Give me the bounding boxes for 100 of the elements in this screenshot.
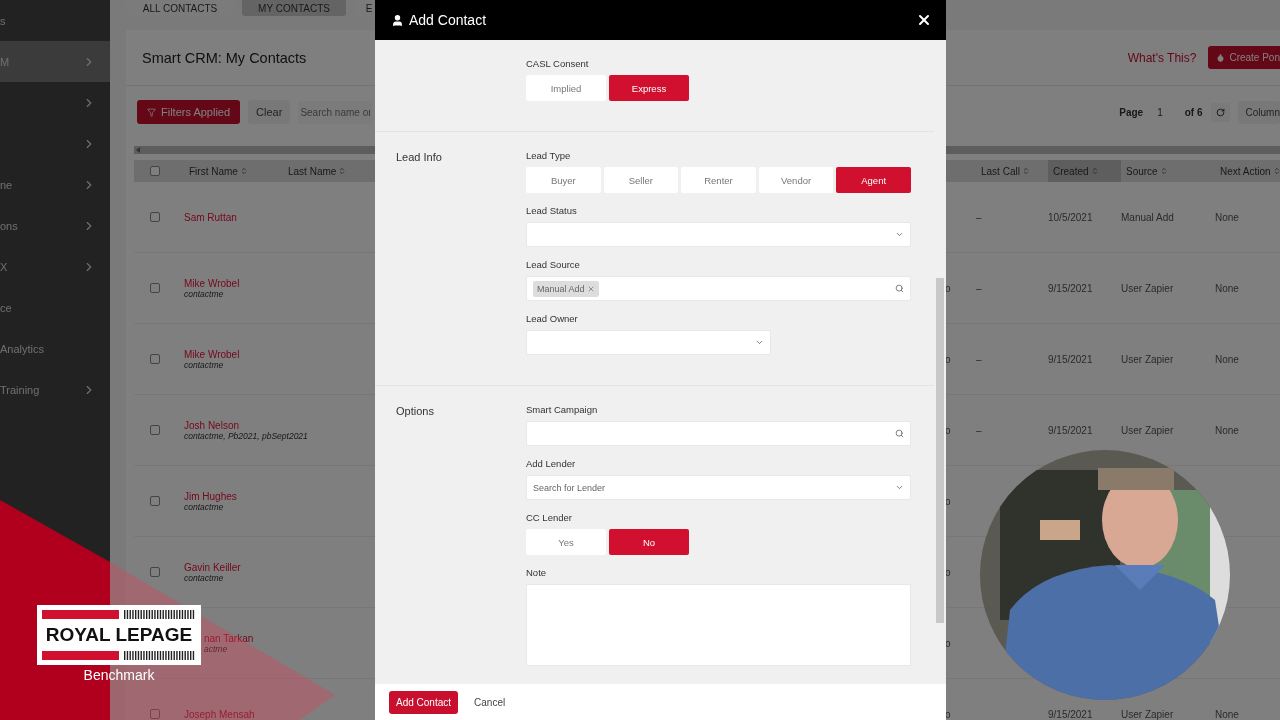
option-button[interactable]: Vendor	[758, 167, 834, 193]
page-title: Smart CRM: My Contacts	[142, 49, 307, 66]
select-field[interactable]	[526, 330, 771, 355]
table-cell: None	[1215, 353, 1239, 365]
checkbox[interactable]	[150, 496, 160, 506]
field-label: Lead Type	[526, 150, 572, 163]
table-cell: –	[976, 282, 982, 294]
field-label: Lead Source	[526, 259, 581, 272]
sort-icon	[1159, 167, 1168, 175]
placeholder: Search for Lender	[533, 482, 606, 493]
checkbox[interactable]	[150, 212, 160, 222]
cancel-button[interactable]: Cancel	[464, 690, 516, 714]
column-header[interactable]: Created	[1048, 160, 1121, 182]
search-icon	[895, 429, 904, 438]
table-cell: 10/5/2021	[1048, 211, 1093, 223]
search-field[interactable]	[526, 421, 911, 446]
table-cell: User Zapier	[1121, 282, 1174, 294]
field-label: CC Lender	[526, 512, 573, 525]
option-button[interactable]: Seller	[603, 167, 679, 193]
contact-name-link[interactable]: Mike Wrobel	[184, 348, 240, 360]
user-icon	[391, 13, 404, 27]
contact-tags: contactme	[184, 501, 224, 512]
refresh-button[interactable]	[1210, 102, 1230, 122]
close-icon[interactable]	[916, 12, 932, 28]
contact-name-link[interactable]: Joseph Mensah	[184, 708, 255, 720]
add-contact-button[interactable]: Add Contact	[389, 690, 459, 714]
contact-name-link[interactable]: nan Tarkan	[204, 632, 254, 644]
checkbox[interactable]	[150, 354, 160, 364]
table-cell: –	[976, 353, 982, 365]
table-cell: 9/15/2021	[1048, 353, 1093, 365]
table-cell: Manual Add	[1121, 211, 1174, 223]
option-button[interactable]: Express	[609, 75, 689, 101]
sort-icon	[1021, 167, 1030, 175]
sidebar-item[interactable]: X	[0, 246, 110, 287]
page-number[interactable]: 1	[1157, 106, 1163, 118]
option-button[interactable]: No	[609, 529, 689, 555]
contact-name-link[interactable]: Jim Hughes	[184, 490, 237, 502]
option-button[interactable]: Buyer	[526, 167, 601, 193]
chevron-down-icon	[895, 483, 904, 492]
contact-tags: contactme	[184, 288, 224, 299]
option-button[interactable]: Renter	[681, 167, 756, 193]
field-label: Note	[526, 567, 548, 580]
sort-icon	[1090, 167, 1099, 175]
columns-button[interactable]: Column	[1237, 100, 1280, 124]
table-cell: None	[1215, 708, 1239, 720]
contact-name-link[interactable]: Josh Nelson	[184, 419, 240, 431]
checkbox[interactable]	[150, 425, 160, 435]
table-cell: User Zapier	[1121, 708, 1174, 720]
page-label: Page	[1119, 106, 1144, 118]
select-field[interactable]: Search for Lender	[526, 475, 911, 500]
contact-tags: contactme	[184, 359, 224, 370]
remove-icon[interactable]	[586, 284, 595, 293]
sidebar-item[interactable]: ne	[0, 164, 110, 205]
checkbox[interactable]	[150, 567, 160, 577]
tag-chip[interactable]: Manual Add	[533, 280, 599, 297]
filter-icon	[147, 107, 156, 117]
search-icon	[895, 284, 904, 293]
refresh-icon	[1215, 107, 1225, 117]
scroll-left-icon[interactable]	[134, 146, 142, 154]
table-cell: User Zapier	[1121, 353, 1174, 365]
contact-name-link[interactable]: Sam Ruttan	[184, 211, 237, 223]
sidebar-item[interactable]: Analytics	[0, 328, 110, 369]
help-link[interactable]: What's This?	[1127, 50, 1197, 65]
contact-tags: contactme	[184, 572, 224, 583]
option-button[interactable]: Implied	[526, 75, 606, 101]
checkbox[interactable]	[150, 166, 160, 176]
option-button[interactable]: Yes	[526, 529, 606, 555]
chevron-down-icon	[755, 338, 764, 347]
table-cell: 9/15/2021	[1048, 424, 1093, 436]
select-field[interactable]	[526, 222, 911, 247]
section-title: Lead Info	[396, 150, 443, 165]
search-field[interactable]: Manual Add	[526, 276, 911, 301]
checkbox[interactable]	[150, 283, 160, 293]
table-cell: 9/15/2021	[1048, 708, 1093, 720]
sidebar-item[interactable]: Training	[0, 369, 110, 410]
contact-name-link[interactable]: Mike Wrobel	[184, 277, 240, 289]
sidebar-item[interactable]: ons	[0, 205, 110, 246]
checkbox[interactable]	[150, 709, 160, 719]
clear-button[interactable]: Clear	[248, 100, 291, 124]
create-button[interactable]: Create Pon	[1208, 46, 1280, 69]
table-cell: None	[1215, 211, 1239, 223]
table-cell: –	[976, 424, 982, 436]
section-title: Options	[396, 404, 435, 419]
contact-name-link[interactable]: Gavin Keiller	[184, 561, 241, 573]
chevron-down-icon	[895, 230, 904, 239]
logo-text: ROYAL LEPAGE	[44, 625, 194, 645]
option-button[interactable]: Agent	[836, 167, 911, 193]
table-cell: 9/15/2021	[1048, 282, 1093, 294]
sort-icon	[338, 167, 347, 175]
sidebar-item[interactable]: s	[0, 0, 110, 41]
field-label: CASL Consent	[526, 58, 590, 71]
drop-icon	[1216, 53, 1226, 62]
filters-button[interactable]: Filters Applied	[137, 100, 241, 124]
tab[interactable]: MY CONTACTS	[242, 0, 346, 16]
sort-icon	[239, 167, 248, 175]
contact-tags: actme	[204, 643, 228, 654]
field-label: Add Lender	[526, 458, 577, 471]
sidebar-item[interactable]: ce	[0, 287, 110, 328]
sort-icon	[1272, 167, 1280, 175]
field-label: Smart Campaign	[526, 404, 599, 417]
